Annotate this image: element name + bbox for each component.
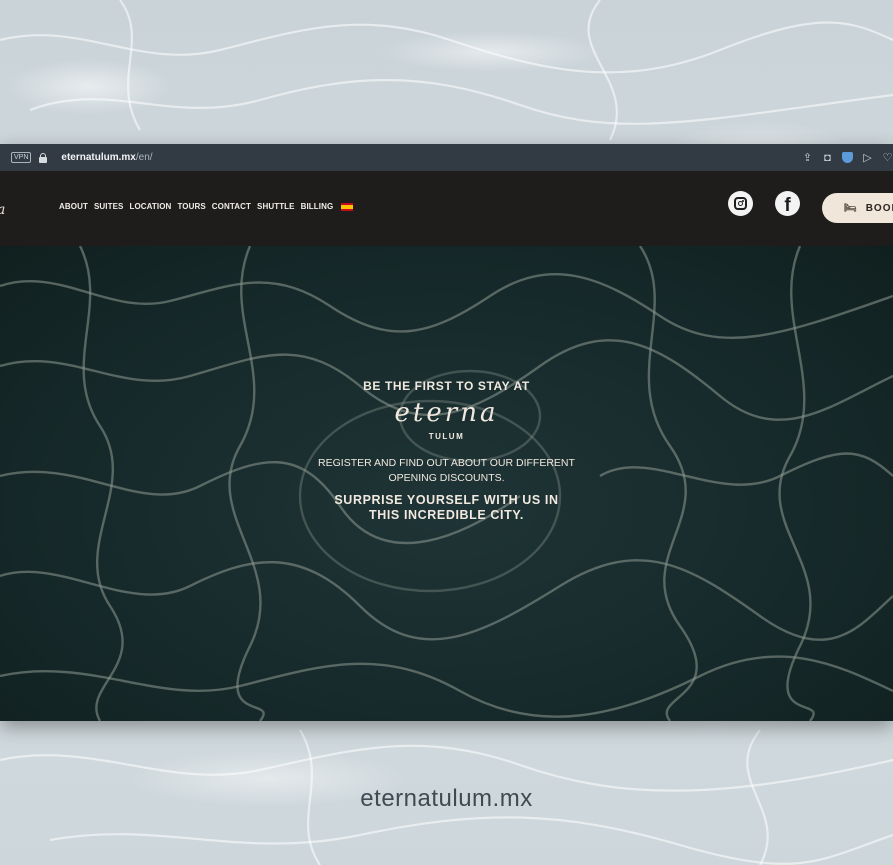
address-bar[interactable]: VPN eternatulum.mx/en/ ⇪ ◘ ▷ ♡ [0,144,893,171]
nav-location[interactable]: LOCATION [129,202,171,211]
hero-surprise-text: SURPRISE YOURSELF WITH US IN THIS INCRED… [0,493,893,523]
address-bar-actions: ⇪ ◘ ▷ ♡ [802,144,893,171]
book-button-label: BOOK [865,202,893,214]
camera-icon[interactable]: ◘ [822,152,833,164]
surprise-line-1: SURPRISE YOURSELF WITH US IN [334,493,559,507]
url-path: /en/ [135,152,153,163]
shield-icon[interactable] [842,152,853,163]
send-icon[interactable]: ▷ [862,151,873,164]
site-caption: eternatulum.mx [360,785,533,812]
nav-contact[interactable]: CONTACT [212,202,251,211]
browser-window: VPN eternatulum.mx/en/ ⇪ ◘ ▷ ♡ a ABOUT S… [0,144,893,721]
heart-icon[interactable]: ♡ [882,151,893,164]
book-button[interactable]: 🛏 BOOK [822,193,893,223]
register-line-2: OPENING DISCOUNTS. [388,472,505,484]
nav-shuttle[interactable]: SHUTTLE [257,202,295,211]
surprise-line-2: THIS INCREDIBLE CITY. [369,508,524,522]
lock-icon [39,152,48,163]
share-icon[interactable]: ⇪ [802,151,813,164]
nav-billing[interactable]: BILLING [301,202,334,211]
vpn-badge[interactable]: VPN [11,152,32,163]
url-text[interactable]: eternatulum.mx/en/ [61,152,152,163]
nav-suites[interactable]: SUITES [94,202,124,211]
hero-tagline: BE THE FIRST TO STAY AT [363,379,530,393]
nav-about[interactable]: ABOUT [59,202,88,211]
main-nav: ABOUT SUITES LOCATION TOURS CONTACT SHUT… [59,202,354,211]
bed-icon: 🛏 [844,202,858,214]
instagram-icon[interactable] [728,191,753,216]
hero-register-text: REGISTER AND FIND OUT ABOUT OUR DIFFEREN… [0,456,893,486]
nav-tours[interactable]: TOURS [177,202,205,211]
site-header: a ABOUT SUITES LOCATION TOURS CONTACT SH… [0,171,893,246]
facebook-icon[interactable]: f [775,191,800,216]
hero-brand-location: TULUM [428,432,465,441]
site-logo[interactable]: a [0,202,5,218]
register-line-1: REGISTER AND FIND OUT ABOUT OUR DIFFEREN… [318,457,575,469]
url-domain: eternatulum.mx [61,152,136,163]
hero-brand-logo: eterna [394,398,499,428]
hero-section: BE THE FIRST TO STAY AT eterna TULUM REG… [0,246,893,721]
spain-flag-icon[interactable] [341,202,354,211]
